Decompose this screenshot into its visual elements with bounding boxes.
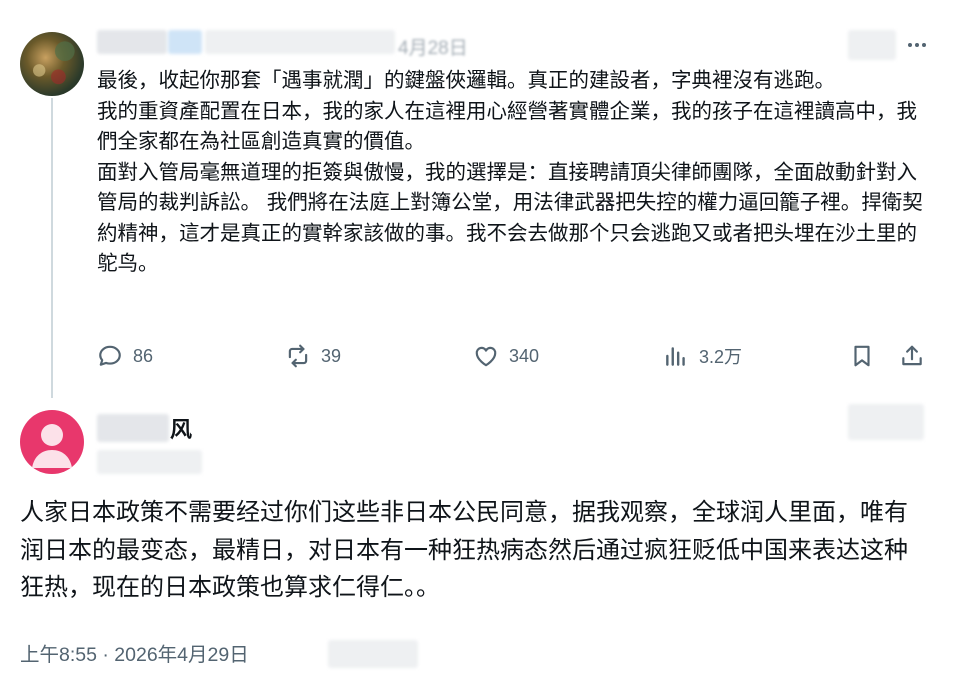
reply-button[interactable]: 86 <box>97 340 153 372</box>
reply-count: 86 <box>133 345 154 366</box>
default-avatar-icon <box>32 424 72 468</box>
reply-display-name[interactable]: 风 <box>170 412 192 444</box>
view-count: 3.2万 <box>699 347 743 367</box>
reply-timestamp[interactable]: 上午8:55 · 2026年4月29日 <box>20 638 249 667</box>
post-paragraph: 最後，收起你那套「遇事就潤」的鍵盤俠邏輯。真正的建設者，字典裡沒有逃跑。 <box>97 69 835 92</box>
blurred-header-control <box>848 30 896 60</box>
post-date[interactable]: 4月28日 <box>398 33 468 60</box>
post-paragraph: 面對入管局毫無道理的拒簽與傲慢，我的選擇是：直接聘請頂尖律師團隊，全面啟動針對入… <box>97 160 923 276</box>
like-button[interactable]: 340 <box>473 340 539 372</box>
heart-icon <box>475 346 497 367</box>
bookmark-button[interactable] <box>849 340 875 372</box>
blurred-view-count <box>328 640 418 668</box>
post-text: 最後，收起你那套「遇事就潤」的鍵盤俠邏輯。真正的建設者，字典裡沒有逃跑。 我的重… <box>97 66 927 280</box>
more-options-icon[interactable] <box>908 38 934 52</box>
post-paragraph: 我的重資產配置在日本，我的家人在這裡用心經營著實體企業，我的孩子在這裡讀高中，我… <box>97 99 917 154</box>
bookmark-icon <box>854 345 870 367</box>
blurred-display-name <box>97 30 167 54</box>
analytics-icon <box>666 347 685 366</box>
blurred-reply-handle <box>97 450 202 474</box>
avatar[interactable] <box>20 410 84 474</box>
share-icon <box>902 345 922 366</box>
repost-count: 39 <box>321 345 342 366</box>
blurred-handle <box>205 30 395 54</box>
reply-icon <box>99 345 121 366</box>
blurred-follow-control <box>848 404 924 440</box>
thread-connector-line <box>51 98 53 398</box>
like-count: 340 <box>509 345 540 366</box>
blurred-reply-name <box>97 414 169 442</box>
avatar[interactable] <box>20 32 84 96</box>
repost-icon <box>288 344 308 368</box>
blurred-verified-badge <box>168 30 202 54</box>
reply-text: 人家日本政策不需要经过你们这些非日本公民同意，据我观察，全球润人里面，唯有润日本… <box>20 499 908 601</box>
views-button[interactable]: 3.2万 <box>663 340 742 372</box>
share-button[interactable] <box>899 340 925 372</box>
post-actions-bar: 86 39 340 3.2万 <box>97 340 927 372</box>
repost-button[interactable]: 39 <box>285 340 341 372</box>
